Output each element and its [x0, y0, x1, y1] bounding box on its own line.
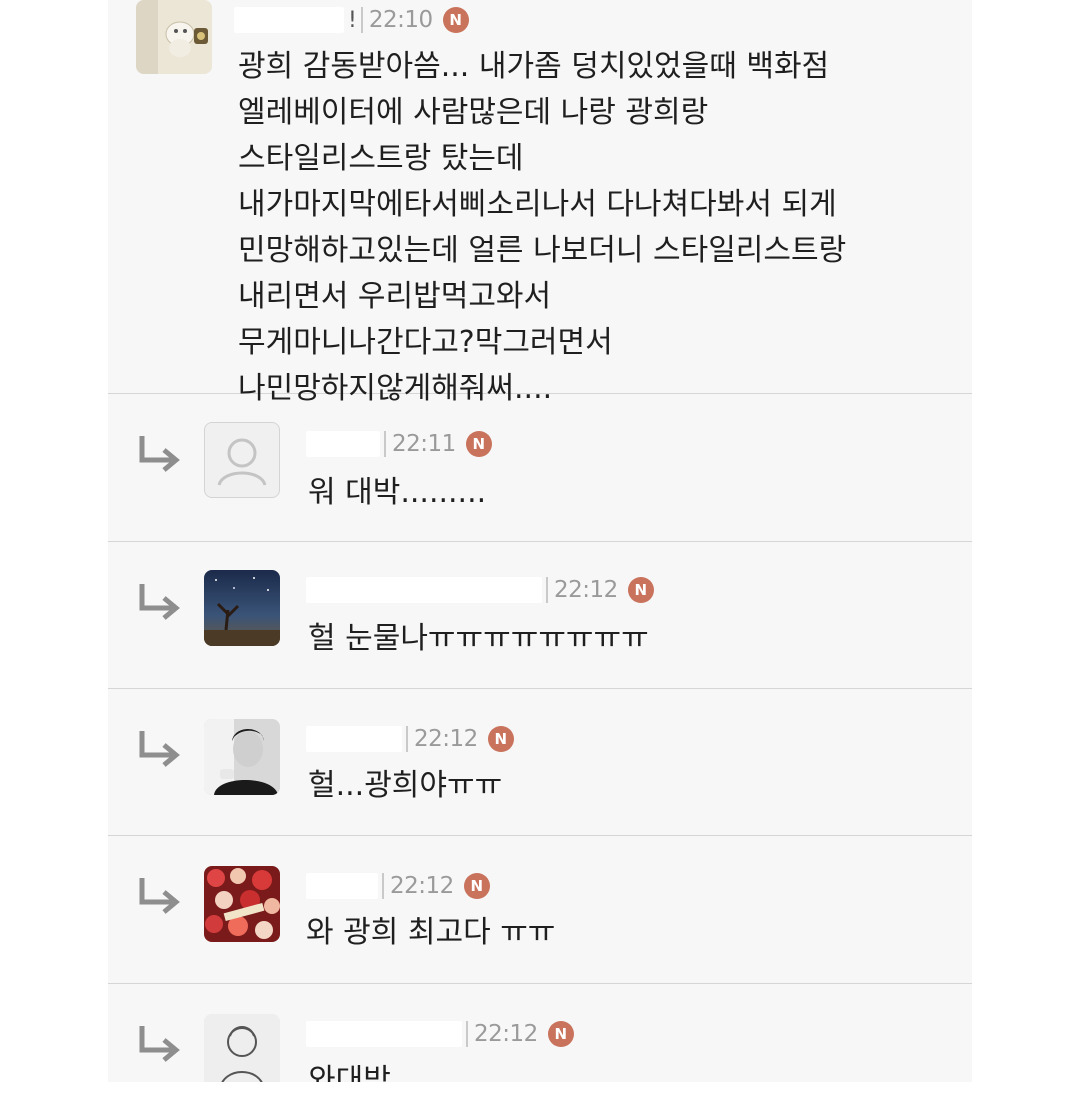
reply-arrow-icon	[139, 584, 180, 620]
comment-text-line: 내가마지막에타서삐소리나서 다나쳐다봐서 되게	[238, 187, 837, 222]
comment-time: 22:12	[474, 1021, 538, 1047]
reply-arrow-icon	[139, 878, 180, 914]
meta-separator	[382, 873, 384, 899]
meta-separator	[360, 7, 363, 33]
comment-body: 헐 눈물나ㅠㅠㅠㅠㅠㅠㅠㅠ	[308, 621, 649, 656]
avatar-image	[136, 0, 212, 74]
author-name-redacted	[306, 577, 542, 603]
avatar[interactable]	[204, 1014, 280, 1082]
comment-time: 22:12	[554, 577, 618, 603]
comment-body: 워 대박.........	[308, 475, 487, 510]
new-badge-icon: N	[547, 1021, 574, 1047]
comment-meta: ! 22:10 N	[234, 2, 469, 38]
comment-meta: 22:12 N	[306, 868, 490, 904]
author-name-redacted	[234, 7, 344, 33]
avatar[interactable]	[204, 866, 280, 942]
default-avatar-icon[interactable]	[204, 422, 280, 498]
comment-text-line: 내리면서 우리밥먹고와서	[238, 279, 552, 314]
comment-time: 22:10	[368, 7, 433, 33]
meta-separator	[546, 577, 548, 603]
reply-item: 22:11 N 워 대박.........	[108, 394, 972, 542]
author-name-redacted	[306, 431, 380, 457]
comment-meta: 22:12 N	[306, 1016, 574, 1052]
comment-item: ! 22:10 N 광희 감동받아씀... 내가좀 덩치있었을때 백화점 엘레베…	[108, 0, 972, 406]
comment-text-line: 엘레베이터에 사람많은데 나랑 광희랑	[238, 95, 709, 130]
comment-list: ! 22:10 N 광희 감동받아씀... 내가좀 덩치있었을때 백화점 엘레베…	[108, 0, 972, 1082]
avatar[interactable]	[136, 0, 212, 74]
comment-text-line: 광희 감동받아씀... 내가좀 덩치있었을때 백화점	[238, 49, 830, 84]
author-name-redacted	[306, 726, 402, 752]
avatar[interactable]	[204, 570, 280, 646]
comment-text-line: 무게마니나간다고?막그러면서	[238, 325, 613, 360]
comment-meta: 22:11 N	[306, 426, 492, 462]
reply-item: 22:12 N 와 광희 최고다 ㅠㅠ	[108, 836, 972, 984]
reply-arrow-icon	[139, 1026, 180, 1062]
comment-time: 22:12	[414, 726, 478, 752]
comment-meta: 22:12 N	[306, 572, 654, 608]
new-badge-icon: N	[487, 726, 514, 752]
new-badge-icon: N	[463, 873, 490, 899]
comment-time: 22:12	[390, 873, 454, 899]
author-name-redacted	[306, 1021, 462, 1047]
reply-arrow-icon	[139, 731, 180, 767]
comment-body: 와 광희 최고다 ㅠㅠ	[306, 915, 556, 950]
comment-time: 22:11	[392, 431, 456, 457]
new-badge-icon: N	[465, 431, 492, 457]
comment-body: 광희 감동받아씀... 내가좀 덩치있었을때 백화점 엘레베이터에 사람많은데 …	[238, 44, 846, 412]
meta-separator	[466, 1021, 468, 1047]
meta-separator	[406, 726, 408, 752]
comment-meta: 22:12 N	[306, 721, 514, 757]
comment-body: 와대박	[308, 1063, 391, 1082]
avatar[interactable]	[204, 719, 280, 795]
reply-item: 22:12 N 헐 눈물나ㅠㅠㅠㅠㅠㅠㅠㅠ	[108, 542, 972, 689]
comment-text-line: 스타일리스트랑 탔는데	[238, 141, 524, 176]
new-badge-icon: N	[442, 7, 469, 33]
comment-body: 헐...광희야ㅠㅠ	[308, 768, 503, 803]
reply-arrow-icon	[139, 436, 180, 472]
reply-item: 22:12 N 헐...광희야ㅠㅠ	[108, 689, 972, 836]
new-badge-icon: N	[627, 577, 654, 603]
comment-text-line: 민망해하고있는데 얼른 나보더니 스타일리스트랑	[238, 233, 847, 268]
meta-separator	[384, 431, 386, 457]
author-name-redacted	[306, 873, 378, 899]
author-name-fragment: !	[348, 7, 357, 33]
reply-item: 22:12 N 와대박	[108, 984, 972, 1082]
